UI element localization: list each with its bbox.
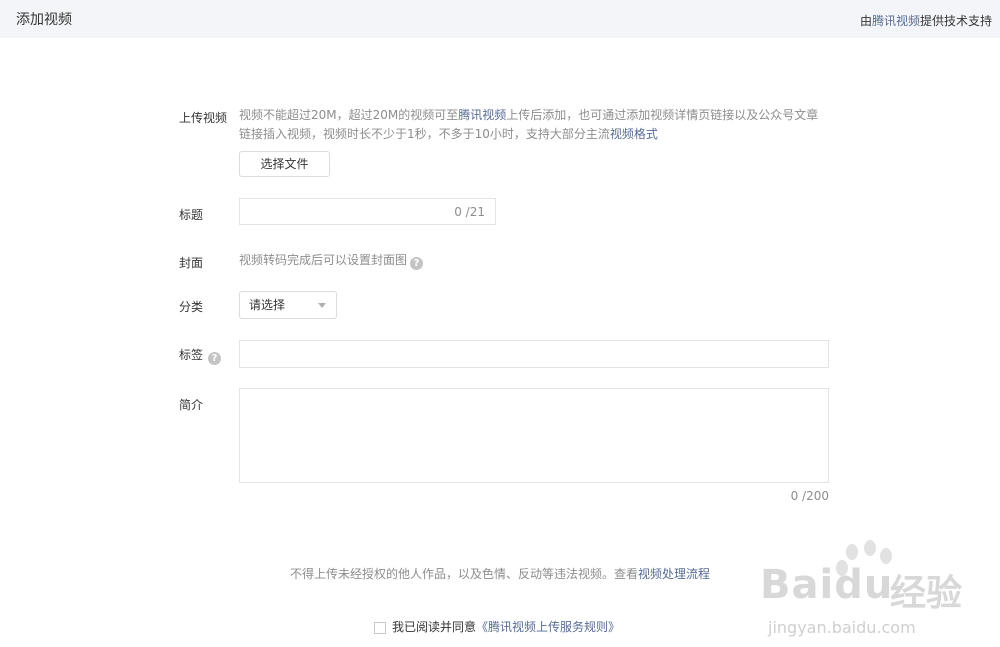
upload-desc-text2: 上传后添加，也可通过添加视频详情页链接以及公众号文章 <box>506 108 819 122</box>
category-selected: 请选择 <box>249 298 286 312</box>
baidu-jingyan-watermark: Baidu 经验 jingyan.baidu.com <box>760 540 1000 647</box>
cover-label: 封面 <box>179 256 204 270</box>
tencent-video-upload-link[interactable]: 腾讯视频 <box>458 108 506 122</box>
choose-file-button[interactable]: 选择文件 <box>239 151 330 177</box>
title-label: 标题 <box>179 208 204 222</box>
category-select[interactable]: 请选择 <box>239 291 337 319</box>
cover-desc-text: 视频转码完成后可以设置封面图 <box>239 253 408 267</box>
page-title: 添加视频 <box>16 12 72 28</box>
tencent-video-link[interactable]: 腾讯视频 <box>872 14 920 28</box>
agreement-text: 我已阅读并同意 <box>392 620 477 634</box>
upload-label: 上传视频 <box>179 111 228 125</box>
tags-help-icon[interactable]: ? <box>208 352 222 365</box>
powered-prefix: 由 <box>859 14 872 28</box>
watermark-brand-cn: 经验 <box>890 573 963 614</box>
upload-desc-line1: 视频不能超过20M，超过20M的视频可至腾讯视频上传后添加，也可通过添加视频详情… <box>239 106 839 125</box>
tags-label-text: 标签 <box>179 348 204 362</box>
upload-desc-line2: 链接插入视频，视频时长不少于1秒，不多于10小时，支持大部分主流视频格式 <box>239 125 839 144</box>
upload-desc-text3: 链接插入视频，视频时长不少于1秒，不多于10小时，支持大部分主流 <box>239 127 610 141</box>
upload-description: 视频不能超过20M，超过20M的视频可至腾讯视频上传后添加，也可通过添加视频详情… <box>239 106 839 144</box>
intro-label: 简介 <box>179 398 204 412</box>
video-format-link[interactable]: 视频格式 <box>610 127 658 141</box>
powered-suffix: 提供技术支持 <box>919 14 992 28</box>
tags-input[interactable] <box>239 340 829 368</box>
upload-desc-text1: 视频不能超过20M，超过20M的视频可至 <box>239 108 459 122</box>
category-label: 分类 <box>179 300 204 314</box>
title-input[interactable]: 0 /21 <box>239 198 496 225</box>
top-bar: 添加视频 由腾讯视频提供技术支持 <box>0 0 1000 38</box>
watermark-url: jingyan.baidu.com <box>768 618 916 637</box>
video-process-link[interactable]: 视频处理流程 <box>638 567 710 581</box>
agreement-checkbox[interactable] <box>374 622 386 634</box>
agreement-row: 我已阅读并同意《腾讯视频上传服务规则》 <box>374 618 620 635</box>
chevron-down-icon <box>318 303 326 308</box>
powered-by: 由腾讯视频提供技术支持 <box>860 12 992 29</box>
tags-label: 标签? <box>179 346 222 365</box>
service-rules-link[interactable]: 《腾讯视频上传服务规则》 <box>476 620 620 634</box>
intro-counter: 0 /200 <box>790 489 829 503</box>
watermark-brand: Baidu <box>760 562 894 608</box>
intro-textarea[interactable] <box>239 388 829 483</box>
cover-description: 视频转码完成后可以设置封面图? <box>239 251 424 270</box>
notice-text: 不得上传未经授权的他人作品，以及色情、反动等违法视频。查看 <box>289 567 638 581</box>
help-icon[interactable]: ? <box>410 257 424 270</box>
title-counter: 0 /21 <box>454 205 485 219</box>
